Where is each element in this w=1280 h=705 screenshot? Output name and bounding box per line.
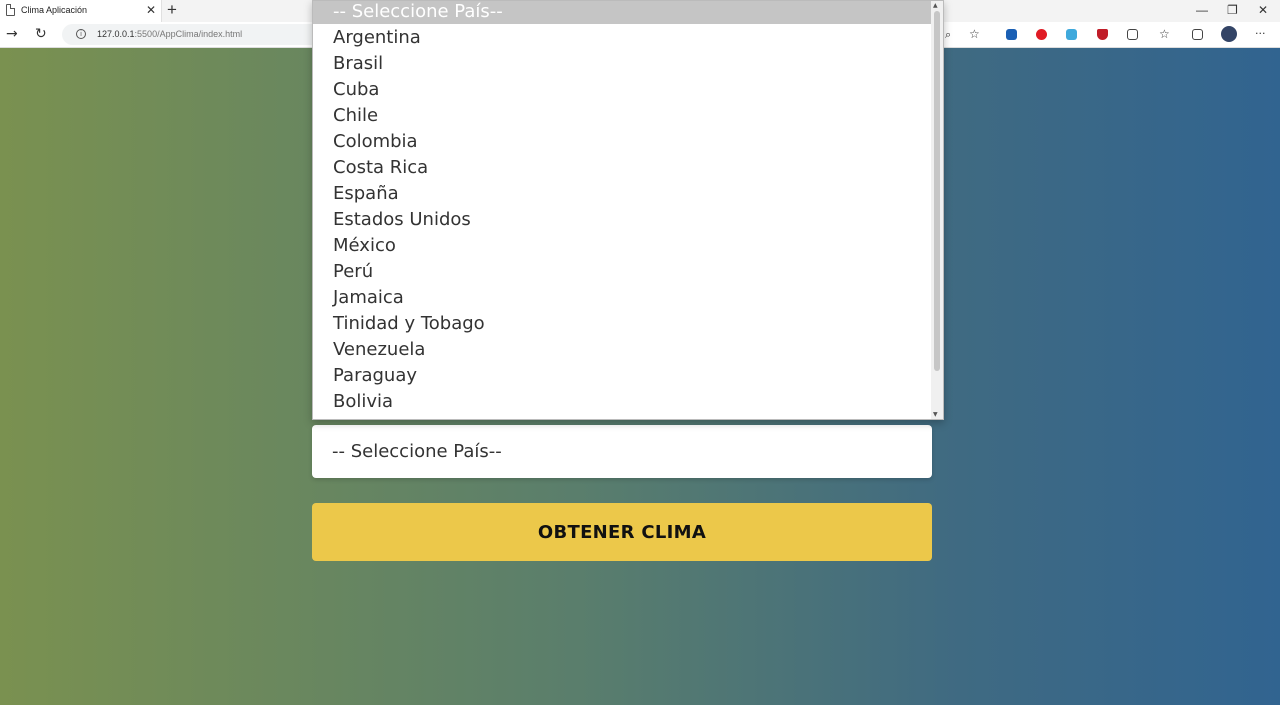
- scrollbar-thumb[interactable]: [934, 11, 940, 371]
- favorites-icon[interactable]: ☆: [1159, 26, 1170, 42]
- dropdown-option[interactable]: Chile: [333, 105, 378, 126]
- zoom-icon[interactable]: ⌕: [945, 27, 951, 43]
- dropdown-option[interactable]: Costa Rica: [333, 157, 428, 178]
- page-icon: [6, 4, 15, 16]
- restore-icon[interactable]: ❐: [1227, 2, 1238, 18]
- scroll-down-arrow-icon[interactable]: ▼: [933, 411, 938, 419]
- get-weather-button[interactable]: OBTENER CLIMA: [312, 503, 932, 561]
- dropdown-option[interactable]: Colombia: [333, 131, 418, 152]
- collections-icon[interactable]: [1192, 29, 1203, 40]
- scroll-up-arrow-icon[interactable]: ▲: [933, 2, 938, 10]
- avatar[interactable]: [1221, 26, 1237, 42]
- more-icon[interactable]: ···: [1255, 26, 1266, 42]
- extensions-icon[interactable]: [1127, 29, 1138, 40]
- minimize-icon[interactable]: —: [1196, 2, 1208, 18]
- extension-translate-icon[interactable]: [1066, 29, 1077, 40]
- dropdown-option[interactable]: Bolivia: [333, 391, 393, 412]
- new-tab-button[interactable]: +: [167, 0, 177, 20]
- extension-opera-icon[interactable]: [1036, 29, 1047, 40]
- refresh-icon[interactable]: ↻: [35, 26, 47, 42]
- dropdown-option[interactable]: Venezuela: [333, 339, 425, 360]
- dropdown-option-selected[interactable]: -- Seleccione País--: [313, 1, 932, 24]
- dropdown-option[interactable]: Jamaica: [333, 287, 404, 308]
- country-select[interactable]: -- Seleccione País--: [312, 425, 932, 478]
- tab-title: Clima Aplicación: [21, 5, 88, 15]
- url-text: 127.0.0.1:5500/AppClima/index.html: [97, 29, 243, 39]
- browser-tab[interactable]: Clima Aplicación ✕: [0, 0, 162, 22]
- dropdown-option[interactable]: Brasil: [333, 53, 383, 74]
- dropdown-option[interactable]: Paraguay: [333, 365, 417, 386]
- extension-v-icon[interactable]: [1006, 29, 1017, 40]
- country-select-value: -- Seleccione País--: [332, 441, 502, 462]
- dropdown-option[interactable]: Estados Unidos: [333, 209, 471, 230]
- dropdown-option[interactable]: Perú: [333, 261, 373, 282]
- dropdown-option[interactable]: Argentina: [333, 27, 421, 48]
- window-close-icon[interactable]: ✕: [1258, 2, 1268, 18]
- forward-arrow-icon[interactable]: →: [6, 26, 18, 42]
- dropdown-scrollbar[interactable]: ▲ ▼: [931, 1, 943, 419]
- close-icon[interactable]: ✕: [146, 3, 156, 17]
- extension-shield-icon[interactable]: [1097, 29, 1108, 40]
- country-dropdown-list[interactable]: -- Seleccione País-- Argentina Brasil Cu…: [312, 0, 944, 420]
- address-bar[interactable]: i 127.0.0.1:5500/AppClima/index.html: [62, 24, 322, 45]
- favorite-star-icon[interactable]: ☆: [969, 26, 980, 42]
- dropdown-option[interactable]: Cuba: [333, 79, 379, 100]
- info-icon[interactable]: i: [76, 29, 86, 39]
- dropdown-option[interactable]: España: [333, 183, 399, 204]
- dropdown-option[interactable]: Tinidad y Tobago: [333, 313, 485, 334]
- dropdown-option[interactable]: México: [333, 235, 396, 256]
